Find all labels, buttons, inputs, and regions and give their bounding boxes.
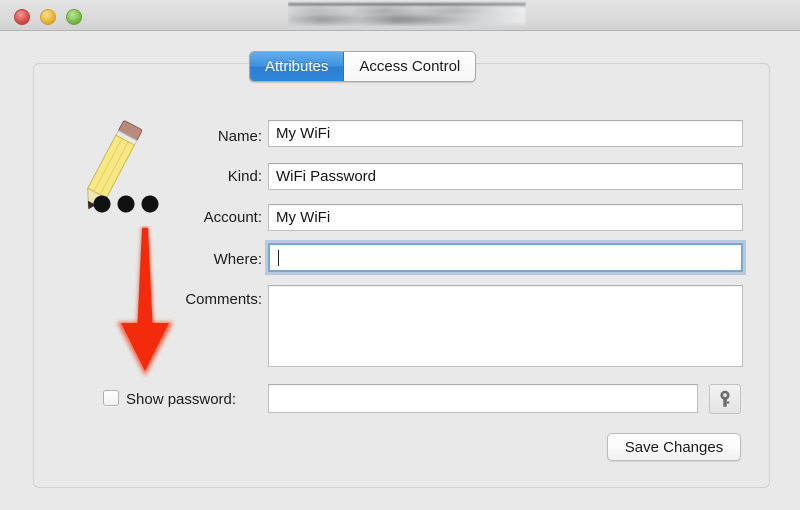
close-button[interactable]	[14, 9, 30, 25]
text-caret	[278, 249, 279, 266]
show-password-checkbox[interactable]	[103, 390, 119, 406]
account-label: Account:	[203, 209, 262, 226]
name-label: Name:	[217, 128, 262, 145]
show-password-key-button[interactable]	[709, 384, 741, 414]
comments-label: Comments:	[185, 291, 262, 308]
kind-field[interactable]: WiFi Password	[268, 163, 743, 190]
window-titlebar	[0, 0, 800, 31]
kind-label: Kind:	[227, 168, 262, 185]
name-field[interactable]: My WiFi	[268, 120, 743, 147]
show-password-label: Show password:	[126, 391, 237, 408]
tab-attributes[interactable]: Attributes	[250, 52, 345, 81]
tab-bar: Attributes Access Control	[249, 51, 477, 82]
comments-textarea[interactable]	[268, 285, 743, 367]
password-field[interactable]	[268, 384, 698, 413]
where-field[interactable]	[265, 240, 746, 275]
where-label: Where:	[213, 251, 262, 268]
save-changes-button[interactable]: Save Changes	[607, 433, 741, 461]
zoom-button[interactable]	[66, 9, 82, 25]
tab-access-control[interactable]: Access Control	[344, 52, 476, 81]
key-icon	[720, 390, 730, 407]
minimize-button[interactable]	[40, 9, 56, 25]
window-title-redacted	[288, 1, 526, 26]
account-field[interactable]: My WiFi	[268, 204, 743, 231]
keychain-item-window: Attributes Access Control Name: My WiFi …	[0, 0, 800, 510]
